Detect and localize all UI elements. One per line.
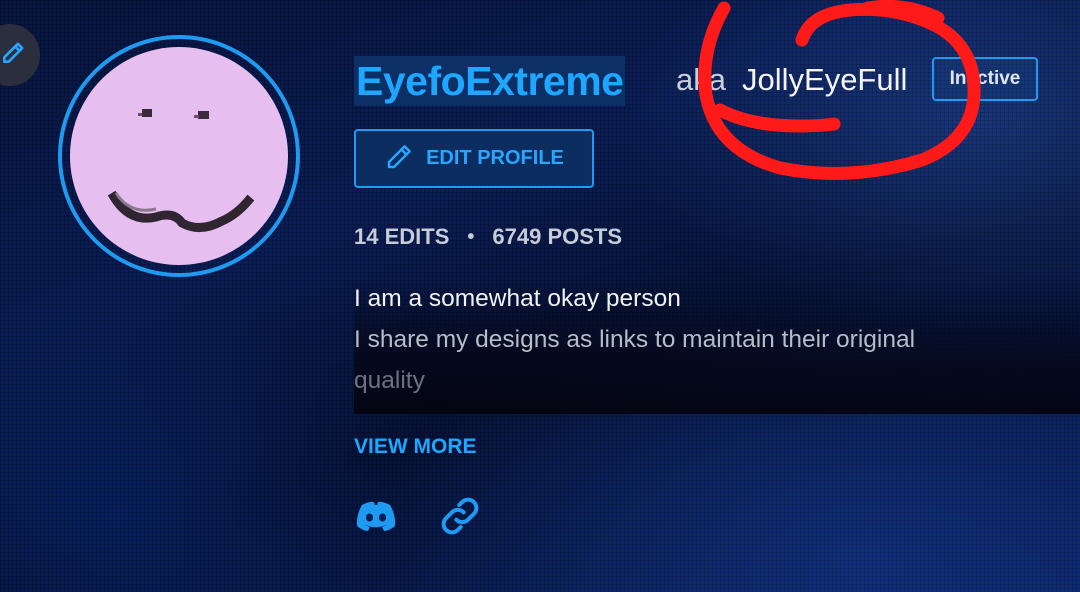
stats-separator: •: [467, 225, 475, 248]
pencil-icon: [0, 40, 26, 70]
view-more-link[interactable]: VIEW MORE: [354, 435, 477, 459]
link-icon: [438, 494, 482, 542]
aka-label: aka: [676, 62, 726, 97]
edits-count: 14 EDITS: [354, 224, 450, 249]
discord-icon: [354, 499, 398, 537]
status-text: Inactive: [949, 68, 1021, 89]
avatar: [58, 35, 300, 277]
status-badge: Inactive: [932, 57, 1038, 101]
edit-profile-label: EDIT PROFILE: [426, 147, 564, 169]
avatar-edit-button[interactable]: [0, 24, 40, 86]
bio-line: I share my designs as links to maintain …: [354, 326, 916, 353]
bio-line: quality: [354, 367, 425, 394]
avatar-image: [70, 47, 288, 265]
posts-count: 6749 POSTS: [492, 224, 623, 249]
alt-name: JollyEyeFull: [742, 62, 908, 97]
discord-link[interactable]: [353, 496, 399, 540]
bio-line: I am a somewhat okay person: [354, 285, 681, 312]
website-link[interactable]: [437, 496, 483, 540]
bio: I am a somewhat okay person I share my d…: [354, 278, 1080, 414]
pencil-icon: [384, 142, 414, 176]
edit-profile-button[interactable]: EDIT PROFILE: [354, 129, 594, 188]
profile-stats: 14 EDITS • 6749 POSTS: [354, 224, 622, 250]
username: EyefoExtreme: [354, 56, 626, 106]
